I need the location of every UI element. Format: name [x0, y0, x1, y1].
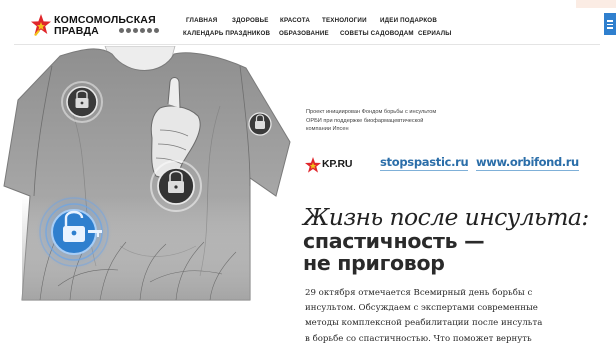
nav-link-beauty[interactable]: КРАСОТА: [280, 17, 310, 24]
padlock-icon: [150, 160, 202, 212]
nav-link-education[interactable]: ОБРАЗОВАНИЕ: [279, 30, 329, 37]
kp-star-icon: [305, 157, 321, 173]
logo-text-line2: ПРАВДА: [54, 25, 99, 37]
link-stopspastic[interactable]: stopspastic.ru: [380, 155, 469, 171]
order-icon: [140, 28, 145, 33]
article-lede: 29 октября отмечается Всемирный день бор…: [305, 288, 543, 344]
link-orbifond[interactable]: www.orbifond.ru: [476, 155, 579, 171]
nav-link-series[interactable]: СЕРИАЛЫ: [418, 30, 452, 37]
nav-link-gift-ideas[interactable]: ИДЕИ ПОДАРКОВ: [380, 17, 437, 24]
order-icon: [119, 28, 124, 33]
hero-illustration: [3, 46, 291, 301]
padlock-icon: [61, 81, 103, 123]
nav-link-home[interactable]: ГЛАВНАЯ: [186, 17, 217, 24]
page: КОМСОМОЛЬСКАЯ ПРАВДА ГЛАВНАЯ ЗДОРОВЬЕ КР…: [0, 0, 616, 344]
nav-link-holiday-calendar[interactable]: КАЛЕНДАРЬ ПРАЗДНИКОВ: [183, 30, 270, 37]
site-logo[interactable]: КОМСОМОЛЬСКАЯ ПРАВДА: [30, 13, 160, 37]
article-title-italic: Жизнь после инсульта:: [303, 203, 589, 231]
logo-orders: [119, 28, 159, 33]
article-title-line2: не приговор: [303, 251, 445, 275]
nav-link-technology[interactable]: ТЕХНОЛОГИИ: [322, 17, 367, 24]
order-icon: [133, 28, 138, 33]
nav-link-gardening-tips[interactable]: СОВЕТЫ САДОВОДАМ: [340, 30, 414, 37]
menu-button[interactable]: [604, 13, 616, 35]
site-header: КОМСОМОЛЬСКАЯ ПРАВДА ГЛАВНАЯ ЗДОРОВЬЕ КР…: [0, 0, 616, 46]
article-title-line1: спастичность —: [303, 229, 485, 253]
padlock-icon: [248, 112, 272, 136]
order-icon: [126, 28, 131, 33]
header-divider: [14, 44, 600, 45]
kp-ru-logo[interactable]: KP.RU: [304, 156, 360, 174]
nav-link-health[interactable]: ЗДОРОВЬЕ: [232, 17, 269, 24]
sponsor-note: Проект инициирован Фондом борьбы с инсул…: [306, 109, 437, 133]
hamburger-icon: [607, 20, 613, 22]
kp-star-icon: [31, 14, 51, 36]
order-icon: [154, 28, 159, 33]
kp-ru-text: KP.RU: [322, 158, 353, 170]
corner-decoration: [576, 0, 616, 8]
key-unlock-icon: [36, 194, 112, 270]
order-icon: [147, 28, 152, 33]
